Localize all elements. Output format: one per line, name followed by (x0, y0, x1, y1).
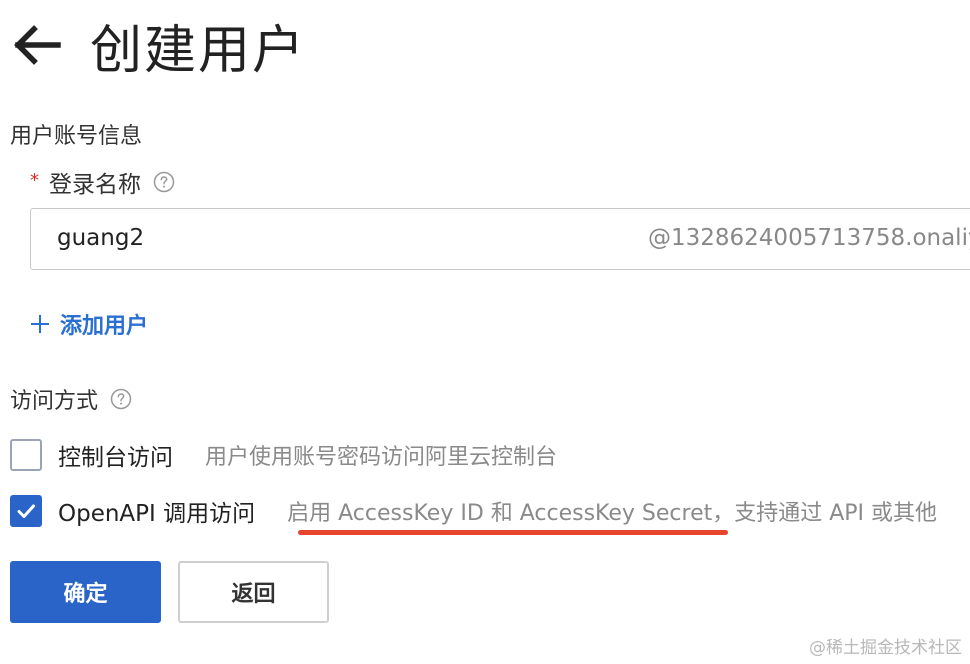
login-name-input-value: guang2 (57, 225, 145, 251)
back-button[interactable]: 返回 (178, 561, 329, 623)
console-access-checkbox[interactable] (10, 439, 42, 471)
login-name-label-row: * 登录名称 (30, 165, 175, 199)
checkmark-icon (17, 504, 35, 518)
console-access-description: 用户使用账号密码访问阿里云控制台 (205, 445, 558, 470)
openapi-access-checkbox[interactable] (10, 495, 42, 527)
add-user-button[interactable]: 添加用户 (30, 308, 148, 340)
create-user-page: 创建用户 用户账号信息 * 登录名称 guang2 @1328624005713… (0, 0, 970, 664)
watermark: @稀土掘金技术社区 (809, 638, 962, 658)
login-name-domain-suffix: @1328624005713758.onaliy (648, 225, 970, 251)
openapi-access-label[interactable]: OpenAPI 调用访问 (58, 494, 255, 528)
console-access-option: 控制台访问 用户使用账号密码访问阿里云控制台 (10, 438, 557, 472)
plus-icon (30, 314, 50, 334)
arrow-left-icon (14, 25, 61, 65)
add-user-label: 添加用户 (60, 314, 149, 339)
annotation-underline (298, 530, 728, 535)
console-access-label[interactable]: 控制台访问 (58, 438, 173, 472)
confirm-button[interactable]: 确定 (10, 561, 161, 623)
question-circle-icon[interactable] (110, 388, 132, 410)
login-name-input[interactable]: guang2 @1328624005713758.onaliy (30, 208, 970, 270)
access-method-section-title: 访问方式 (10, 383, 132, 415)
page-title: 创建用户 (90, 20, 307, 81)
page-header: 创建用户 (10, 10, 307, 81)
question-circle-icon[interactable] (153, 171, 175, 193)
back-arrow-button[interactable] (10, 18, 64, 72)
access-method-label: 访问方式 (10, 389, 99, 414)
login-name-label: 登录名称 (49, 172, 141, 198)
account-info-section-title: 用户账号信息 (10, 124, 143, 149)
openapi-access-description: 启用 AccessKey ID 和 AccessKey Secret，支持通过 … (287, 501, 938, 526)
openapi-access-option: OpenAPI 调用访问 启用 AccessKey ID 和 AccessKey… (10, 494, 937, 528)
required-mark: * (30, 169, 39, 191)
